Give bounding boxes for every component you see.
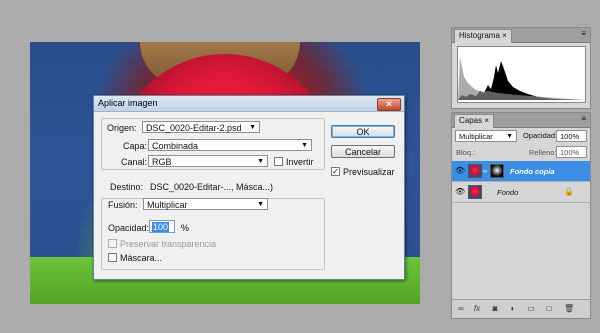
- dialog-title: Aplicar imagen: [98, 98, 158, 108]
- destino-value: DSC_0020-Editar-..., Másca...): [150, 182, 274, 192]
- canal-value: RGB: [152, 157, 172, 167]
- tab-histogram[interactable]: Histograma ×: [454, 29, 512, 43]
- mascara-label: Máscara...: [120, 253, 163, 263]
- layer-name: Fondo copia: [510, 167, 555, 176]
- fill-label: Relleno:: [529, 148, 557, 157]
- histogram-panel: Histograma × ≡: [451, 27, 591, 109]
- link-icon[interactable]: ∞: [483, 169, 487, 175]
- chevron-down-icon: ▼: [257, 158, 264, 165]
- layer-name: Fondo: [497, 188, 519, 197]
- add-mask-icon[interactable]: ◙: [490, 304, 500, 313]
- close-icon[interactable]: ✕: [377, 98, 401, 111]
- capa-select[interactable]: Combinada ▼: [148, 139, 312, 151]
- trash-icon[interactable]: 🗑: [564, 304, 574, 313]
- fill-field[interactable]: 100%: [556, 146, 587, 158]
- fusion-select[interactable]: Multiplicar ▼: [143, 198, 268, 210]
- histogram-shape: [458, 57, 583, 100]
- invertir-label: Invertir: [286, 157, 314, 167]
- apply-image-dialog: Aplicar imagen ✕ Origen: DSC_0020-Editar…: [93, 95, 405, 280]
- layers-bottom-toolbar: ∞ fx ◙ ◐ ▭ □ 🗑: [452, 299, 590, 318]
- link-layers-icon[interactable]: ∞: [456, 304, 466, 313]
- layer-thumbnail: [468, 164, 482, 178]
- panel-menu-icon[interactable]: ≡: [581, 114, 586, 123]
- blend-mode-value: Multiplicar: [459, 132, 493, 141]
- origen-select[interactable]: DSC_0020-Editar-2.psd ▼: [142, 121, 260, 133]
- invertir-checkbox[interactable]: [274, 157, 283, 166]
- group-folder-icon[interactable]: ▭: [526, 304, 536, 313]
- origen-value: DSC_0020-Editar-2.psd: [146, 123, 242, 133]
- canal-label: Canal:: [121, 157, 148, 167]
- layer-row-fondo[interactable]: 👁 Fondo 🔒: [452, 182, 590, 203]
- capa-label: Capa:: [123, 141, 148, 151]
- previsualizar-label: Previsualizar: [343, 167, 395, 177]
- eye-icon[interactable]: 👁: [455, 167, 465, 175]
- adjustment-layer-icon[interactable]: ◐: [508, 304, 518, 313]
- canal-select[interactable]: RGB ▼: [148, 155, 268, 167]
- eye-icon[interactable]: 👁: [455, 188, 465, 196]
- opacidad-unit: %: [181, 223, 190, 233]
- dialog-titlebar[interactable]: Aplicar imagen ✕: [94, 96, 404, 112]
- opacity-label: Opacidad:: [523, 131, 558, 140]
- layers-panel: Capas × ≡ Multiplicar ▼ Opacidad: 100% B…: [451, 112, 591, 319]
- fusion-label: Fusión:: [108, 200, 138, 210]
- new-layer-icon[interactable]: □: [544, 304, 554, 313]
- blend-mode-select[interactable]: Multiplicar ▼: [455, 130, 517, 142]
- layer-row-fondo-copia[interactable]: 👁 ∞ Fondo copia: [452, 161, 590, 182]
- ok-button[interactable]: OK: [331, 125, 395, 138]
- capa-value: Combinada: [152, 141, 199, 151]
- panel-menu-icon[interactable]: ≡: [581, 29, 586, 38]
- chevron-down-icon: ▼: [257, 201, 264, 208]
- mascara-checkbox[interactable]: [108, 253, 117, 262]
- tab-layers[interactable]: Capas ×: [454, 114, 495, 128]
- opacity-field[interactable]: 100%: [556, 130, 587, 142]
- opacidad-input[interactable]: 100: [149, 220, 175, 233]
- chevron-down-icon: ▼: [506, 133, 513, 140]
- chevron-down-icon: ▼: [301, 142, 308, 149]
- cancel-button[interactable]: Cancelar: [331, 145, 395, 158]
- preservar-checkbox[interactable]: [108, 239, 117, 248]
- fusion-value: Multiplicar: [147, 200, 188, 210]
- previsualizar-checkbox[interactable]: ✓: [331, 167, 340, 176]
- opacidad-label: Opacidad:: [108, 223, 150, 233]
- layer-thumbnail: [468, 185, 482, 199]
- opacidad-value: 100: [152, 222, 170, 232]
- origen-label: Origen:: [107, 123, 137, 133]
- lock-label: Bloq.:: [456, 148, 476, 157]
- histogram-graph: [457, 46, 586, 103]
- preservar-label: Preservar transparencia: [120, 239, 217, 249]
- chevron-down-icon: ▼: [249, 124, 256, 131]
- fx-icon[interactable]: fx: [472, 304, 482, 313]
- destino-label: Destino:: [110, 182, 144, 192]
- layer-mask-thumbnail[interactable]: [490, 164, 504, 178]
- lock-icon: 🔒: [564, 187, 574, 196]
